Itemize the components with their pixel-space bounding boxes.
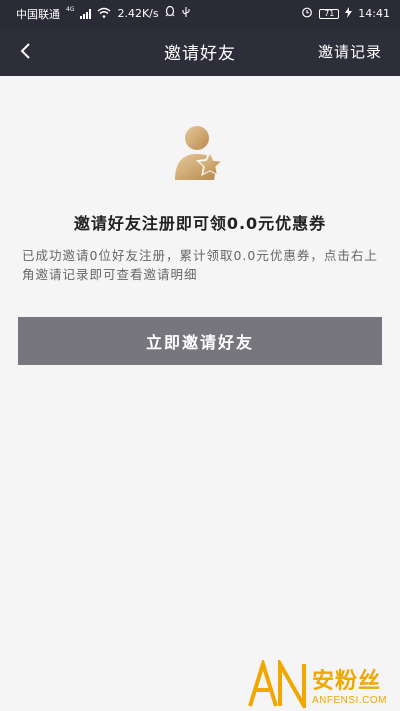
usb-icon <box>181 6 191 21</box>
network-speed: 2.42K/s <box>117 7 159 20</box>
invite-headline: 邀请好友注册即可领0.0元优惠券 <box>73 214 327 233</box>
watermark-brand-en: ANFENSI.COM <box>312 694 387 706</box>
clock-time: 14:41 <box>358 7 390 20</box>
status-bar-left: 中国联通 4G 2.42K/s <box>16 5 191 22</box>
navigation-bar: 邀请好友 邀请记录 <box>0 27 400 76</box>
watermark-brand-cn: 安粉丝 <box>312 668 382 694</box>
battery-icon: 71 <box>319 8 340 19</box>
network-type: 4G <box>66 6 75 13</box>
user-star-icon <box>170 124 232 186</box>
battery-level: 71 <box>324 8 335 18</box>
an-logo-icon <box>248 660 306 708</box>
invite-friends-button[interactable]: 立即邀请好友 <box>18 317 382 365</box>
status-bar-right: 71 14:41 <box>301 6 390 21</box>
invite-records-link[interactable]: 邀请记录 <box>318 41 382 62</box>
carrier-name: 中国联通 <box>16 7 60 21</box>
back-button[interactable] <box>10 34 40 68</box>
status-bar: 中国联通 4G 2.42K/s 71 14:41 <box>0 0 400 27</box>
charging-icon <box>345 6 353 21</box>
alarm-icon <box>301 6 313 21</box>
signal-icon <box>80 8 92 19</box>
invite-description: 已成功邀请0位好友注册，累计领取0.0元优惠券，点击右上角邀请记录即可查看邀请明… <box>22 248 378 282</box>
qq-icon <box>165 5 175 21</box>
wifi-icon <box>97 7 111 21</box>
watermark-logo: 安粉丝 ANFENSI.COM <box>248 659 398 709</box>
chevron-left-icon <box>20 43 30 59</box>
watermark-text: 安粉丝 ANFENSI.COM <box>312 663 387 706</box>
page-title: 邀请好友 <box>164 44 236 64</box>
